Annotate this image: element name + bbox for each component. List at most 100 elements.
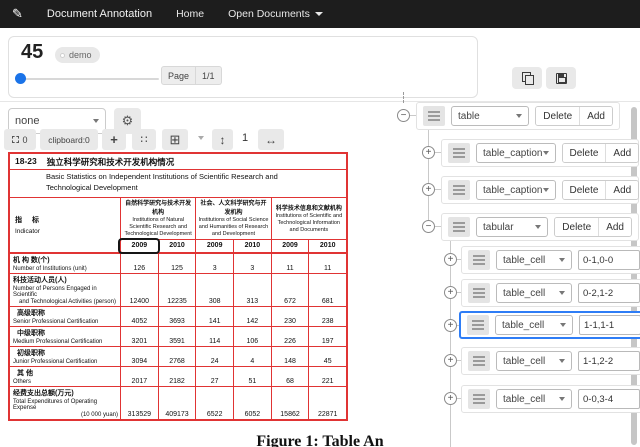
table-cell[interactable]: 22871 [308,387,346,419]
table-cell[interactable]: 3201 [120,327,158,346]
expand-icon[interactable]: + [444,319,457,332]
document-tag[interactable]: demo [55,47,100,63]
drag-handle-icon[interactable] [468,351,490,371]
table-cell[interactable]: 238 [308,307,346,326]
node-type-select[interactable]: table_cell [495,315,573,335]
year-cell[interactable]: 2009 [271,240,309,252]
group-header-cell[interactable]: 自然科学研究与技术开发机构 Institutions of Natural Sc… [120,198,195,239]
collapse-icon[interactable]: − [422,220,435,233]
table-row[interactable]: 高级职称Senior Professional Certification 40… [10,306,346,326]
collapse-icon[interactable]: − [397,109,410,122]
caret-down-icon[interactable] [198,136,204,140]
app-title[interactable]: Document Annotation [47,8,152,20]
drag-handle-icon[interactable] [448,217,470,237]
table-cell[interactable]: 142 [233,307,271,326]
year-cell[interactable]: 2009 [195,240,233,252]
drag-handle-icon[interactable] [468,389,490,409]
table-cell[interactable]: 15862 [271,387,309,419]
annotated-table[interactable]: 18-23 独立科学研究和技术开发机构情况 Basic Statistics o… [8,152,348,421]
table-row[interactable]: 机 构 数(个)Number of Institutions (unit) 12… [10,253,346,273]
table-cell[interactable]: 2182 [158,367,196,386]
page-slider[interactable] [15,73,161,85]
save-button[interactable] [546,67,576,89]
tree-node-table-cell[interactable]: table_cell [461,279,640,307]
expand-icon[interactable]: + [444,253,457,266]
year-cell[interactable]: 2010 [233,240,271,252]
table-cell[interactable]: 2768 [158,347,196,366]
table-cell[interactable]: 313 [233,274,271,306]
table-cell[interactable]: 11 [271,254,309,273]
table-cell[interactable]: 12235 [158,274,196,306]
table-cell[interactable]: 197 [308,327,346,346]
group-header-cell[interactable]: 科学技术信息和文献机构 Institutions of Scientific a… [271,198,346,239]
table-cell[interactable]: 45 [308,347,346,366]
table-cell[interactable]: 2017 [120,367,158,386]
drag-handle-icon[interactable] [448,143,470,163]
year-cell[interactable]: 2010 [308,240,346,252]
cell-range-input[interactable] [578,389,640,409]
table-cell[interactable]: 3 [195,254,233,273]
table-cell[interactable]: 141 [195,307,233,326]
tree-node-table-cell[interactable]: table_cell [461,385,640,413]
delete-button[interactable]: Delete [536,107,579,125]
table-cell[interactable]: 3591 [158,327,196,346]
table-cell[interactable]: 3 [233,254,271,273]
copy-button[interactable] [512,67,542,89]
slider-track[interactable] [17,78,159,80]
cell-range-input[interactable] [578,283,640,303]
add-annotation-button[interactable]: + [102,129,126,150]
table-cell[interactable]: 114 [195,327,233,346]
tree-node-table[interactable]: table Delete Add [416,102,620,130]
drag-handle-icon[interactable] [468,283,490,303]
table-cell[interactable]: 3693 [158,307,196,326]
table-cell[interactable]: 221 [308,367,346,386]
table-cell[interactable]: 68 [271,367,309,386]
table-cell[interactable]: 313529 [120,387,158,419]
delete-button[interactable]: Delete [563,181,606,199]
table-cell[interactable]: 672 [271,274,309,306]
cell-range-input[interactable] [578,250,640,270]
table-row[interactable]: 其 他Others 2017 2182 27 51 68 221 [10,366,346,386]
table-cell[interactable]: 409173 [158,387,196,419]
node-type-select[interactable]: table [451,106,529,126]
drag-handle-icon[interactable] [423,106,445,126]
node-type-select[interactable]: table_caption [476,180,556,200]
tree-node-table-caption[interactable]: table_caption Delete Add [441,139,639,167]
cell-range-input[interactable] [578,351,640,371]
split-button[interactable]: ∷ [132,129,156,150]
drag-handle-icon[interactable] [468,250,490,270]
indicator-header-cell[interactable]: 指 标 Indicator [10,198,120,252]
node-type-select[interactable]: tabular [476,217,548,237]
table-cell[interactable]: 6522 [195,387,233,419]
table-cell[interactable]: 11 [308,254,346,273]
table-cell[interactable]: 226 [271,327,309,346]
add-button[interactable]: Add [605,144,638,162]
table-cell[interactable]: 3094 [120,347,158,366]
row-resize-button[interactable]: ↕ [212,129,233,150]
table-cell[interactable]: 27 [195,367,233,386]
table-cell[interactable]: 126 [120,254,158,273]
table-cell[interactable]: 4052 [120,307,158,326]
add-button[interactable]: Add [579,107,612,125]
add-button[interactable]: Add [598,218,631,236]
delete-button[interactable]: Delete [563,144,606,162]
table-cell[interactable]: 4 [233,347,271,366]
delete-button[interactable]: Delete [555,218,598,236]
table-cell[interactable]: 148 [271,347,309,366]
table-grid-button[interactable]: ⊞ [162,129,188,150]
expand-icon[interactable]: + [422,183,435,196]
expand-icon[interactable]: + [422,146,435,159]
node-type-select[interactable]: table_cell [496,250,572,270]
table-cell[interactable]: 24 [195,347,233,366]
tree-node-tabular[interactable]: tabular Delete Add [441,213,639,241]
table-cell[interactable]: 308 [195,274,233,306]
tree-node-table-cell[interactable]: table_cell [461,347,640,375]
add-button[interactable]: Add [605,181,638,199]
year-cell-selected[interactable]: 2009 [120,240,158,252]
nav-home[interactable]: Home [176,8,204,20]
tree-node-table-cell[interactable]: table_cell [461,246,640,274]
cell-range-input[interactable] [579,315,640,335]
tree-node-table-caption[interactable]: table_caption Delete Add [441,176,639,204]
table-cell[interactable]: 6052 [233,387,271,419]
table-cell[interactable]: 125 [158,254,196,273]
